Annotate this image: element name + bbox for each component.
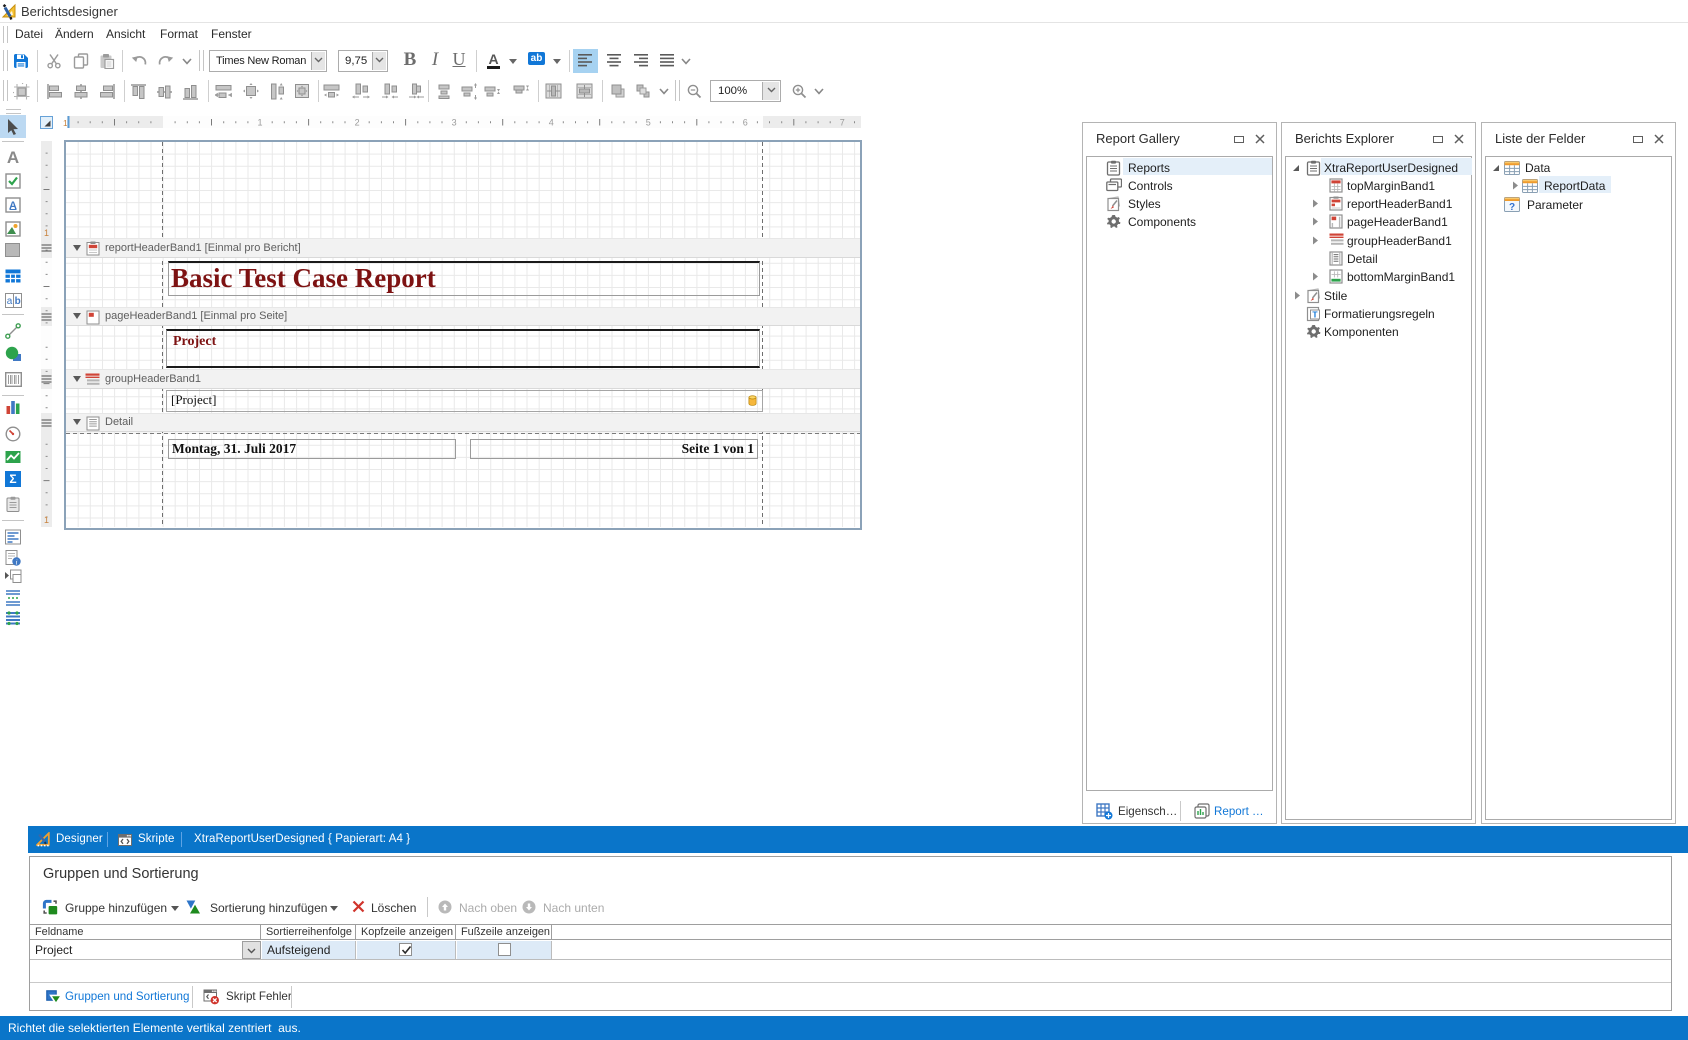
svg-text:4: 4 — [549, 118, 554, 128]
svg-text:1: 1 — [44, 515, 49, 525]
svg-text:1: 1 — [257, 118, 262, 128]
svg-text:a: a — [7, 296, 13, 307]
svg-text:b: b — [15, 296, 21, 307]
svg-text:2: 2 — [355, 118, 360, 128]
svg-text:A: A — [9, 200, 17, 212]
svg-text:1: 1 — [44, 228, 49, 238]
svg-text:6: 6 — [743, 118, 748, 128]
svg-text:T: T — [1312, 310, 1318, 320]
svg-text:i: i — [15, 558, 17, 567]
svg-text:3: 3 — [452, 118, 457, 128]
svg-text:?: ? — [1509, 201, 1515, 211]
svg-text:7: 7 — [840, 118, 845, 128]
svg-text:5: 5 — [646, 118, 651, 128]
